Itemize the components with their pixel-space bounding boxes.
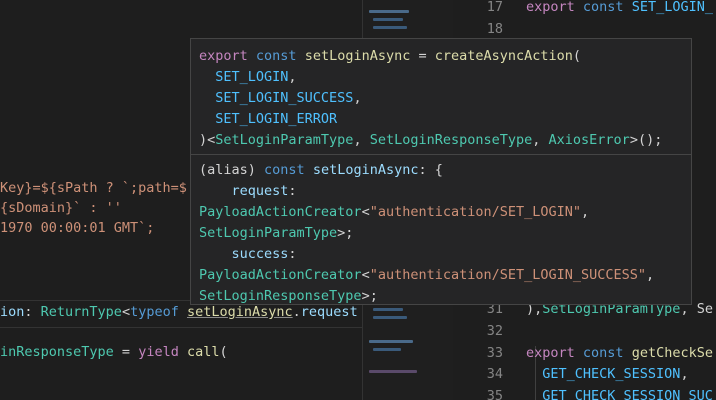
code-token: ,: [532, 132, 549, 148]
code-token: SET_LOGIN_ERROR: [199, 111, 338, 127]
code-token: SET_LOGIN_SUCCESS: [199, 90, 354, 106]
code-token: ,: [288, 69, 297, 85]
hover-line: SET_LOGIN,: [199, 67, 297, 87]
hover-line: PayloadActionCreator<"authentication/SET…: [199, 202, 589, 222]
line-number: 34: [486, 366, 503, 383]
code-token: ,: [581, 204, 590, 220]
hover-line: SetLoginParamType>;: [199, 223, 353, 243]
code-line[interactable]: GET_CHECK_SESSION,: [526, 364, 689, 384]
code-token: SetLoginResponseType: [199, 288, 362, 304]
code-token: =: [410, 48, 435, 64]
line-number: 32: [486, 323, 503, 339]
code-token: <: [361, 204, 370, 220]
line-number: 17: [486, 0, 503, 15]
code-token: <: [361, 267, 370, 283]
hover-divider: [191, 154, 691, 155]
code-token: yield: [138, 344, 187, 360]
line-number: 33: [486, 344, 503, 361]
hover-line: SET_LOGIN_SUCCESS,: [199, 88, 362, 108]
hover-line: PayloadActionCreator<"authentication/SET…: [199, 265, 654, 285]
code-token: :: [288, 246, 297, 262]
code-token: 1970 00:00:01 GMT`;: [0, 220, 155, 236]
code-line[interactable]: export const SET_LOGIN_: [526, 0, 713, 17]
code-token: GET_CHECK_SESSION: [526, 366, 681, 383]
code-token: export: [199, 48, 256, 64]
hover-line: request:: [199, 181, 297, 201]
code-token: =: [113, 344, 139, 360]
hover-line: success:: [199, 244, 297, 264]
code-token: PayloadActionCreator: [199, 204, 362, 220]
line-number: 18: [486, 20, 503, 37]
code-token: (: [572, 48, 582, 64]
code-token: const: [264, 162, 313, 178]
code-line[interactable]: 1970 00:00:01 GMT`;: [0, 218, 154, 238]
code-token: ,: [353, 90, 362, 106]
code-token: "authentication/SET_LOGIN_SUCCESS": [369, 267, 647, 283]
code-token: :: [288, 183, 297, 199]
code-token: const: [582, 344, 632, 361]
code-token: SetLoginParamType: [215, 132, 354, 148]
hover-line: )<SetLoginParamType, SetLoginResponseTyp…: [199, 130, 662, 150]
code-token: SET_LOGIN_: [631, 0, 713, 15]
code-token: (: [219, 344, 228, 360]
code-token: : {: [418, 162, 443, 178]
code-token: createAsyncAction: [434, 48, 573, 64]
code-token: >();: [629, 132, 663, 148]
code-token: Key}=${sPath ? `;path=$: [0, 180, 187, 196]
code-token: "authentication/SET_LOGIN": [369, 204, 582, 220]
code-token: >;: [337, 225, 354, 241]
code-token: const: [255, 48, 305, 64]
code-line[interactable]: Key}=${sPath ? `;path=$: [0, 178, 187, 198]
code-token: )<: [199, 132, 216, 148]
code-token: AxiosError: [548, 132, 630, 148]
code-line[interactable]: export const getCheckSe: [526, 343, 713, 363]
code-token: setLoginAsync: [312, 162, 419, 178]
code-token: SET_LOGIN: [199, 69, 289, 85]
code-token: {sDomain}` : '': [0, 200, 122, 216]
code-token: inResponseType: [0, 344, 114, 360]
code-token: (alias): [199, 162, 265, 178]
hover-line: SET_LOGIN_ERROR: [199, 109, 337, 129]
code-token: ,: [646, 267, 655, 283]
line-number: 35: [486, 387, 503, 400]
hover-line: SetLoginResponseType>;: [199, 286, 378, 304]
code-line[interactable]: {sDomain}` : '': [0, 198, 122, 218]
code-token: PayloadActionCreator: [199, 267, 362, 283]
hover-line: export const setLoginAsync = createAsync…: [199, 46, 581, 66]
code-token: SetLoginResponseType: [369, 132, 533, 148]
code-token: getCheckSe: [631, 344, 713, 361]
code-token: >;: [361, 288, 378, 304]
code-token: export: [526, 344, 583, 361]
hover-tooltip[interactable]: export const setLoginAsync = createAsync…: [190, 38, 692, 305]
code-token: const: [582, 0, 632, 15]
hover-line: (alias) const setLoginAsync: {: [199, 160, 443, 180]
code-token: export: [526, 0, 583, 15]
code-token: GET_CHECK_SESSION_SUC: [526, 387, 713, 400]
code-token: SetLoginParamType: [199, 225, 338, 241]
code-line[interactable]: GET_CHECK_SESSION_SUC: [526, 386, 713, 400]
code-token: setLoginAsync: [304, 48, 411, 64]
code-token: ,: [353, 132, 370, 148]
code-token: success: [199, 246, 289, 262]
code-token: call: [186, 344, 220, 360]
code-token: ,: [680, 366, 689, 383]
code-token: request: [199, 183, 289, 199]
code-line[interactable]: inResponseType = yield call(: [0, 342, 228, 362]
